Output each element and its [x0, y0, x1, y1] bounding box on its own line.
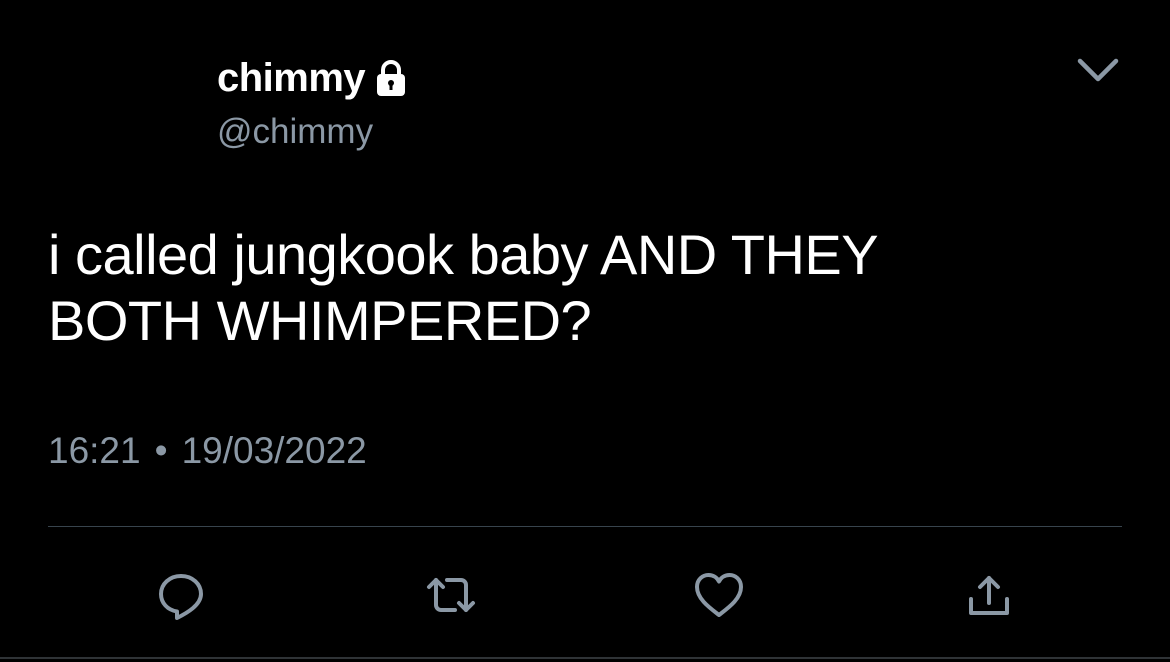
- tweet-header: chimmy @chimmy: [217, 52, 411, 154]
- tweet-timestamp[interactable]: 16:21 • 19/03/2022: [48, 428, 367, 474]
- tweet-card: chimmy @chimmy i called jungkook baby AN…: [0, 0, 1170, 662]
- meta-separator: •: [154, 430, 168, 471]
- reply-icon: [153, 567, 209, 623]
- handle[interactable]: @chimmy: [217, 110, 411, 154]
- display-name[interactable]: chimmy: [217, 52, 366, 104]
- tweet-time: 16:21: [48, 430, 141, 471]
- avatar[interactable]: [48, 50, 198, 150]
- tweet-text: i called jungkook baby AND THEY BOTH WHI…: [48, 223, 879, 352]
- tweet-date: 19/03/2022: [181, 430, 367, 471]
- heart-icon: [690, 567, 748, 623]
- reply-button[interactable]: [150, 564, 212, 626]
- retweet-button[interactable]: [420, 564, 482, 626]
- name-row: chimmy: [217, 52, 411, 104]
- divider: [48, 526, 1122, 527]
- chevron-down-icon[interactable]: [1074, 52, 1122, 88]
- bottom-border: [0, 657, 1170, 659]
- like-button[interactable]: [688, 564, 750, 626]
- share-button[interactable]: [958, 564, 1020, 626]
- lock-icon: [371, 59, 411, 99]
- action-bar: [0, 560, 1170, 630]
- share-icon: [961, 567, 1017, 623]
- retweet-icon: [421, 567, 481, 623]
